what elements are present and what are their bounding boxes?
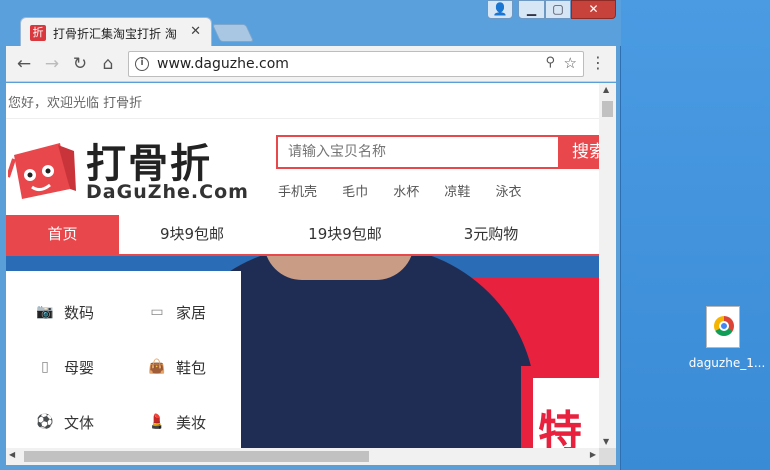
forward-icon[interactable]: → [42,54,62,74]
horizontal-scroll-thumb[interactable] [24,451,369,462]
search-bar: 搜索 [276,135,599,169]
lipstick-icon: 💄 [148,414,166,430]
minimize-button[interactable]: ▁ [518,0,545,19]
site-logo[interactable]: 打骨折 DaGuZhe.Com [6,131,249,205]
top-bar: 您好，欢迎光临 打骨折 [6,83,599,119]
bag-icon: 👜 [148,359,166,375]
vertical-scroll-thumb[interactable] [602,101,613,117]
scroll-corner [599,448,616,465]
hotword-link[interactable]: 手机壳 [278,181,317,200]
close-icon: ✕ [588,2,599,16]
chrome-icon [714,316,734,336]
back-icon[interactable]: ← [14,54,34,74]
tab-title: 打骨折汇集淘宝打折 淘 [53,27,177,41]
reload-icon[interactable]: ↻ [70,54,90,74]
camera-icon: 📷 [36,304,54,320]
url-text[interactable]: www.daguzhe.com [157,56,289,72]
sofa-icon: ▭ [150,304,164,320]
scroll-up-icon[interactable]: ▲ [603,85,609,94]
hot-keywords: 手机壳 毛巾 水杯 凉鞋 泳衣 [278,181,541,201]
home-icon[interactable]: ⌂ [98,54,118,74]
ball-icon: ⚽ [36,414,54,430]
user-icon: 👤 [492,2,508,16]
hotword-link[interactable]: 水杯 [393,181,419,200]
hotword-link[interactable]: 凉鞋 [444,181,470,200]
title-bar: 折 打骨折汇集淘宝打折 淘 ✕ 👤 ▁ ▢ ✕ [0,0,621,46]
category-label: 文体 [64,414,95,432]
main-nav: 首页 9块9包邮 19块9包邮 3元购物 [6,215,599,256]
page-viewport: 您好，欢迎光临 打骨折 打骨折 DaGuZhe.Com 搜索 手机壳 毛巾 [6,83,599,448]
category-label: 美妆 [176,414,207,432]
logo-english: DaGuZhe.Com [86,181,249,203]
tab-close-icon[interactable]: ✕ [190,24,201,39]
bookmark-star-icon[interactable]: ☆ [564,54,577,72]
scroll-down-icon[interactable]: ▼ [603,437,609,446]
hotword-link[interactable]: 泳衣 [495,181,521,200]
nav-9-9[interactable]: 9块9包邮 [136,215,248,254]
baby-bottle-icon: ▯ [41,359,49,375]
category-label: 鞋包 [176,359,207,377]
mascot-icon [8,143,76,199]
banner-sign-text: 特 [538,407,582,448]
search-input[interactable] [276,135,560,169]
category-label: 家居 [176,304,207,322]
search-button[interactable]: 搜索 [560,135,599,169]
nav-19-9[interactable]: 19块9包邮 [286,215,404,254]
favicon-icon: 折 [30,25,46,41]
vertical-scrollbar[interactable]: ▲ ▼ [599,83,616,448]
user-profile-button[interactable]: 👤 [487,0,513,19]
scroll-left-icon[interactable]: ◀ [9,450,15,459]
close-window-button[interactable]: ✕ [571,0,616,19]
banner-model-neck [264,256,414,280]
key-icon[interactable]: ⚲ [545,55,555,70]
address-bar[interactable]: i www.daguzhe.com ⚲ ☆ [128,51,584,77]
greeting-text: 您好，欢迎光临 打骨折 [8,96,143,111]
desktop-file-icon[interactable]: daguzhe_1... [685,306,769,376]
category-label: 数码 [64,304,95,322]
nav-home[interactable]: 首页 [6,215,119,254]
browser-window: 折 打骨折汇集淘宝打折 淘 ✕ 👤 ▁ ▢ ✕ ← → ↻ ⌂ i www.da… [0,0,621,470]
browser-toolbar: ← → ↻ ⌂ i www.daguzhe.com ⚲ ☆ ⋮ [6,46,616,82]
desktop-file-label: daguzhe_1... [688,356,766,370]
new-tab-button[interactable] [211,24,255,42]
category-label: 母婴 [64,359,95,377]
maximize-button[interactable]: ▢ [545,0,571,19]
horizontal-scrollbar[interactable]: ◀ ▶ [6,448,599,465]
minimize-icon: ▁ [526,2,537,16]
info-icon[interactable]: i [135,57,149,71]
scroll-right-icon[interactable]: ▶ [590,450,596,459]
maximize-icon: ▢ [552,2,564,16]
nav-3-yuan[interactable]: 3元购物 [446,215,536,254]
menu-icon[interactable]: ⋮ [590,53,606,72]
browser-tab[interactable]: 折 打骨折汇集淘宝打折 淘 ✕ [20,17,212,46]
hotword-link[interactable]: 毛巾 [342,181,368,200]
category-panel: 📷 数码 ▭ 家居 ▯ 母婴 👜 鞋包 ⚽ 文体 💄 美妆 [6,271,241,448]
